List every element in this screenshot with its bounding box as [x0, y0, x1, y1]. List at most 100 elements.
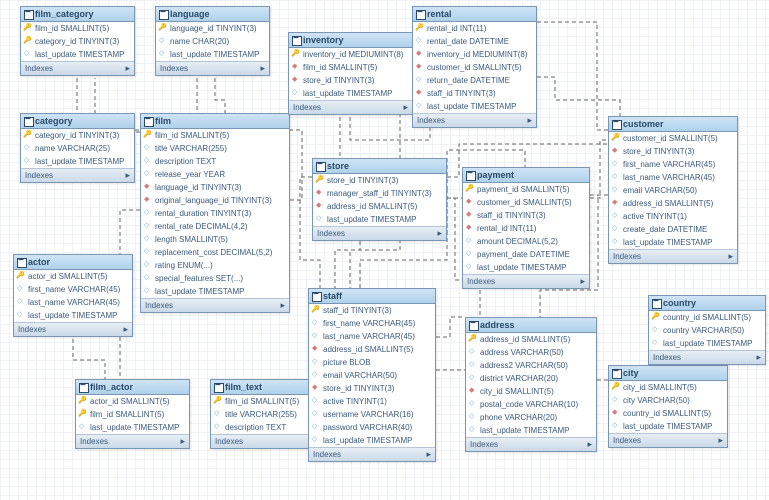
indexes-footer[interactable]: Indexes: [609, 249, 737, 263]
column[interactable]: city_id SMALLINT(5): [466, 385, 596, 398]
column[interactable]: category_id TINYINT(3): [21, 129, 134, 142]
column[interactable]: film_id SMALLINT(5): [289, 61, 412, 74]
table-category[interactable]: categorycategory_id TINYINT(3)name VARCH…: [20, 113, 135, 183]
table-header[interactable]: language: [156, 7, 269, 22]
column[interactable]: rental_id INT(11): [463, 222, 589, 235]
table-inventory[interactable]: inventoryinventory_id MEDIUMINT(8)film_i…: [288, 32, 413, 115]
column[interactable]: description TEXT: [141, 155, 289, 168]
column[interactable]: phone VARCHAR(20): [466, 411, 596, 424]
table-store[interactable]: storestore_id TINYINT(3)manager_staff_id…: [312, 158, 447, 241]
indexes-footer[interactable]: Indexes: [466, 437, 596, 451]
indexes-footer[interactable]: Indexes: [156, 61, 269, 75]
column[interactable]: staff_id TINYINT(3): [309, 304, 435, 317]
indexes-footer[interactable]: Indexes: [289, 100, 412, 114]
column[interactable]: country_id SMALLINT(5): [649, 311, 765, 324]
column[interactable]: email VARCHAR(50): [309, 369, 435, 382]
indexes-footer[interactable]: Indexes: [21, 61, 134, 75]
column[interactable]: replacement_cost DECIMAL(5,2): [141, 246, 289, 259]
table-header[interactable]: address: [466, 318, 596, 333]
column[interactable]: customer_id SMALLINT(5): [609, 132, 737, 145]
column[interactable]: store_id TINYINT(3): [289, 74, 412, 87]
column[interactable]: last_update TIMESTAMP: [14, 309, 132, 322]
column[interactable]: address2 VARCHAR(50): [466, 359, 596, 372]
indexes-footer[interactable]: Indexes: [76, 434, 189, 448]
column[interactable]: country VARCHAR(50): [649, 324, 765, 337]
column[interactable]: district VARCHAR(20): [466, 372, 596, 385]
table-film_category[interactable]: film_categoryfilm_id SMALLINT(5)category…: [20, 6, 135, 76]
column[interactable]: release_year YEAR: [141, 168, 289, 181]
column[interactable]: address_id SMALLINT(5): [609, 197, 737, 210]
column[interactable]: address VARCHAR(50): [466, 346, 596, 359]
table-city[interactable]: citycity_id SMALLINT(5)city VARCHAR(50)c…: [608, 365, 728, 448]
indexes-footer[interactable]: Indexes: [649, 350, 765, 364]
column[interactable]: email VARCHAR(50): [609, 184, 737, 197]
column[interactable]: last_update TIMESTAMP: [609, 420, 727, 433]
column[interactable]: rental_id INT(11): [413, 22, 536, 35]
column[interactable]: customer_id SMALLINT(5): [413, 61, 536, 74]
column[interactable]: language_id TINYINT(3): [141, 181, 289, 194]
column[interactable]: country_id SMALLINT(5): [609, 407, 727, 420]
column[interactable]: picture BLOB: [309, 356, 435, 369]
table-header[interactable]: film_actor: [76, 380, 189, 395]
column[interactable]: last_name VARCHAR(45): [14, 296, 132, 309]
column[interactable]: store_id TINYINT(3): [309, 382, 435, 395]
table-header[interactable]: country: [649, 296, 765, 311]
table-header[interactable]: category: [21, 114, 134, 129]
column[interactable]: language_id TINYINT(3): [156, 22, 269, 35]
column[interactable]: last_update TIMESTAMP: [141, 285, 289, 298]
column[interactable]: last_update TIMESTAMP: [463, 261, 589, 274]
column[interactable]: rating ENUM(...): [141, 259, 289, 272]
table-rental[interactable]: rentalrental_id INT(11)rental_date DATET…: [412, 6, 537, 128]
column[interactable]: rental_duration TINYINT(3): [141, 207, 289, 220]
column[interactable]: last_update TIMESTAMP: [309, 434, 435, 447]
table-payment[interactable]: paymentpayment_id SMALLINT(5)customer_id…: [462, 167, 590, 289]
column[interactable]: last_update TIMESTAMP: [609, 236, 737, 249]
column[interactable]: city_id SMALLINT(5): [609, 381, 727, 394]
table-header[interactable]: staff: [309, 289, 435, 304]
table-customer[interactable]: customercustomer_id SMALLINT(5)store_id …: [608, 116, 738, 264]
column[interactable]: address_id SMALLINT(5): [466, 333, 596, 346]
column[interactable]: store_id TINYINT(3): [609, 145, 737, 158]
column[interactable]: film_id SMALLINT(5): [141, 129, 289, 142]
table-header[interactable]: film: [141, 114, 289, 129]
indexes-footer[interactable]: Indexes: [309, 447, 435, 461]
column[interactable]: actor_id SMALLINT(5): [76, 395, 189, 408]
column[interactable]: last_update TIMESTAMP: [156, 48, 269, 61]
table-language[interactable]: languagelanguage_id TINYINT(3)name CHAR(…: [155, 6, 270, 76]
table-header[interactable]: customer: [609, 117, 737, 132]
column[interactable]: special_features SET(...): [141, 272, 289, 285]
column[interactable]: return_date DATETIME: [413, 74, 536, 87]
column[interactable]: create_date DATETIME: [609, 223, 737, 236]
indexes-footer[interactable]: Indexes: [21, 168, 134, 182]
column[interactable]: original_language_id TINYINT(3): [141, 194, 289, 207]
column[interactable]: last_update TIMESTAMP: [21, 48, 134, 61]
indexes-footer[interactable]: Indexes: [609, 433, 727, 447]
column[interactable]: first_name VARCHAR(45): [609, 158, 737, 171]
column[interactable]: last_update TIMESTAMP: [649, 337, 765, 350]
column[interactable]: address_id SMALLINT(5): [313, 200, 446, 213]
column[interactable]: last_update TIMESTAMP: [466, 424, 596, 437]
column[interactable]: actor_id SMALLINT(5): [14, 270, 132, 283]
table-header[interactable]: actor: [14, 255, 132, 270]
table-header[interactable]: city: [609, 366, 727, 381]
table-header[interactable]: rental: [413, 7, 536, 22]
column[interactable]: postal_code VARCHAR(10): [466, 398, 596, 411]
column[interactable]: manager_staff_id TINYINT(3): [313, 187, 446, 200]
table-header[interactable]: inventory: [289, 33, 412, 48]
table-film[interactable]: filmfilm_id SMALLINT(5)title VARCHAR(255…: [140, 113, 290, 313]
column[interactable]: inventory_id MEDIUMINT(8): [289, 48, 412, 61]
column[interactable]: title VARCHAR(255): [141, 142, 289, 155]
column[interactable]: username VARCHAR(16): [309, 408, 435, 421]
column[interactable]: address_id SMALLINT(5): [309, 343, 435, 356]
table-header[interactable]: store: [313, 159, 446, 174]
column[interactable]: payment_id SMALLINT(5): [463, 183, 589, 196]
table-staff[interactable]: staffstaff_id TINYINT(3)first_name VARCH…: [308, 288, 436, 462]
indexes-footer[interactable]: Indexes: [463, 274, 589, 288]
table-header[interactable]: film_category: [21, 7, 134, 22]
column[interactable]: film_id SMALLINT(5): [76, 408, 189, 421]
table-address[interactable]: addressaddress_id SMALLINT(5)address VAR…: [465, 317, 597, 452]
indexes-footer[interactable]: Indexes: [14, 322, 132, 336]
column[interactable]: last_update TIMESTAMP: [313, 213, 446, 226]
indexes-footer[interactable]: Indexes: [141, 298, 289, 312]
column[interactable]: length SMALLINT(5): [141, 233, 289, 246]
